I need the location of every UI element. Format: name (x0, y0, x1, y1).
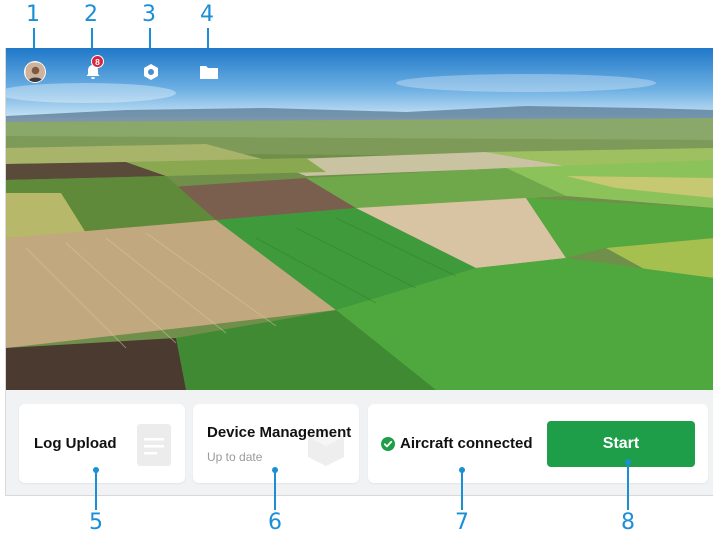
farmland-background-image (6, 48, 713, 390)
settings-button[interactable] (140, 61, 162, 83)
files-button[interactable] (198, 61, 220, 83)
settings-hexagon-icon (144, 64, 158, 80)
start-button[interactable]: Start (547, 421, 695, 467)
notification-count-badge: 8 (91, 55, 104, 68)
callout-5: 5 (89, 510, 103, 535)
callout-8: 8 (621, 510, 635, 535)
aircraft-connected-status: Aircraft connected (400, 435, 533, 452)
callout-8-line (627, 462, 629, 510)
notifications-button[interactable]: 8 (82, 55, 104, 83)
aircraft-status-card: Aircraft connected Start (368, 404, 708, 483)
log-upload-title: Log Upload (34, 435, 117, 452)
callout-6-line (274, 470, 276, 510)
callout-1: 1 (26, 2, 40, 27)
folder-icon (200, 66, 218, 79)
app-screen: 8 Log Upload Device Management Up to dat… (5, 48, 713, 496)
callout-3: 3 (142, 2, 156, 27)
callout-2: 2 (84, 2, 98, 27)
callout-7-line (461, 470, 463, 510)
device-management-status: Up to date (207, 450, 263, 464)
callout-6: 6 (268, 510, 282, 535)
callout-7: 7 (455, 510, 469, 535)
device-management-title: Device Management (207, 424, 352, 441)
log-upload-card[interactable]: Log Upload (19, 404, 185, 483)
check-circle-icon (381, 437, 395, 451)
document-icon (137, 424, 171, 466)
callout-4: 4 (200, 2, 214, 27)
avatar-icon (25, 62, 45, 82)
callout-5-line (95, 470, 97, 510)
user-avatar-button[interactable] (24, 61, 46, 83)
